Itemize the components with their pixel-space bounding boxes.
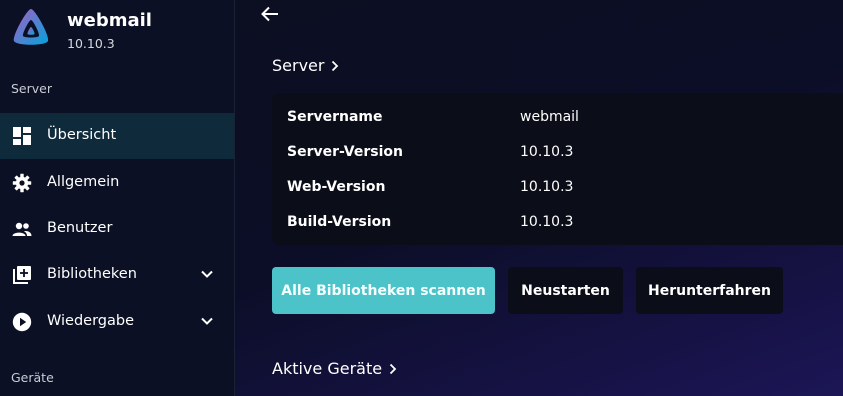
play-circle-icon xyxy=(12,312,32,332)
sidebar: webmail 10.10.3 Server Übersicht Allgeme… xyxy=(0,0,235,396)
server-section-title: Server xyxy=(272,56,325,75)
info-key: Build-Version xyxy=(287,214,392,230)
sidebar-section-devices: Geräte xyxy=(11,370,54,385)
info-row: Servername webmail xyxy=(287,109,843,131)
shutdown-button[interactable]: Herunterfahren xyxy=(636,267,783,314)
sidebar-item-wiedergabe[interactable]: Wiedergabe xyxy=(0,299,234,345)
info-row: Web-Version 10.10.3 xyxy=(287,179,843,201)
info-value: webmail xyxy=(520,109,579,125)
info-row: Build-Version 10.10.3 xyxy=(287,214,843,236)
info-value: 10.10.3 xyxy=(520,144,574,160)
sidebar-item-label: Benutzer xyxy=(47,220,113,236)
server-version: 10.10.3 xyxy=(67,36,115,51)
info-key: Web-Version xyxy=(287,179,386,195)
info-key: Servername xyxy=(287,109,383,125)
library-add-icon xyxy=(13,266,31,284)
sidebar-item-allgemein[interactable]: Allgemein xyxy=(0,160,234,206)
chevron-down-icon xyxy=(201,270,213,278)
main-content: Server Servername webmail Server-Version… xyxy=(235,0,843,396)
app-logo-icon xyxy=(13,9,49,45)
sidebar-item-label: Bibliotheken xyxy=(47,266,137,282)
sidebar-item-label: Übersicht xyxy=(47,127,117,143)
brand[interactable]: webmail 10.10.3 xyxy=(10,6,230,56)
active-devices-section-link[interactable]: Aktive Geräte xyxy=(272,359,398,378)
server-section-link[interactable]: Server xyxy=(272,56,340,75)
chevron-right-icon xyxy=(332,60,339,71)
sidebar-item-label: Allgemein xyxy=(47,174,120,190)
chevron-down-icon xyxy=(201,317,213,325)
sidebar-item-label: Wiedergabe xyxy=(47,313,135,329)
server-name: webmail xyxy=(67,10,152,31)
sidebar-item-benutzer[interactable]: Benutzer xyxy=(0,206,234,252)
back-arrow-icon[interactable] xyxy=(259,4,281,24)
chevron-right-icon xyxy=(389,363,397,374)
info-value: 10.10.3 xyxy=(520,214,574,230)
server-info-card: Servername webmail Server-Version 10.10.… xyxy=(272,93,843,245)
sidebar-section-server: Server xyxy=(11,81,52,96)
sidebar-item-uebersicht[interactable]: Übersicht xyxy=(0,113,234,159)
info-key: Server-Version xyxy=(287,144,403,160)
active-devices-title: Aktive Geräte xyxy=(272,359,383,378)
sidebar-item-bibliotheken[interactable]: Bibliotheken xyxy=(0,252,234,298)
gear-icon xyxy=(12,173,32,193)
dashboard-icon xyxy=(13,127,31,145)
users-icon xyxy=(12,222,32,236)
info-row: Server-Version 10.10.3 xyxy=(287,144,843,166)
scan-all-libraries-button[interactable]: Alle Bibliotheken scannen xyxy=(272,267,495,314)
restart-button[interactable]: Neustarten xyxy=(508,267,623,314)
info-value: 10.10.3 xyxy=(520,179,574,195)
